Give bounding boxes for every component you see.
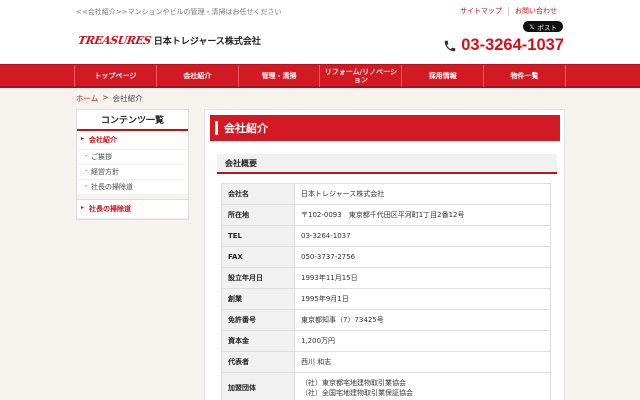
row-value: 03-3264-1037 (294, 225, 551, 247)
header-tagline: <<会社紹介>>マンションやビルの管理・清掃はお任せください (76, 8, 282, 16)
company-info-table: 会社名 日本トレジャース株式会社 所在地 〒102-0093 東京都千代田区平河町1… (221, 183, 551, 400)
table-row: 免許番号 東京都知事（7）73425号 (221, 309, 551, 331)
row-label: TEL (221, 225, 295, 247)
main-content: 会社紹介 会社概要 会社名 日本トレジャース株式会社 所在地 〒102-0093 東… (204, 109, 565, 400)
header-links: サイトマップ お問い合わせ (454, 7, 563, 16)
site-header: <<会社紹介>>マンションやビルの管理・清掃はお任せください TREASURES… (0, 0, 640, 64)
x-logo-icon: 𝕏 (529, 22, 535, 31)
row-label: 加盟団体 (221, 372, 295, 400)
site-logo[interactable]: TREASURES 日本トレジャース株式会社 (76, 34, 261, 47)
phone-icon (444, 40, 456, 51)
row-value: 1,200万円 (294, 330, 551, 352)
row-value: （社）東京都宅地建物取引業協会 （社）全国宅地建物取引業保証協会 (294, 372, 551, 400)
table-row: 加盟団体 （社）東京都宅地建物取引業協会 （社）全国宅地建物取引業保証協会 (221, 372, 551, 400)
sidebar-title: コンテンツ一覧 (77, 110, 188, 131)
table-row: 資本金 1,200万円 (221, 330, 551, 352)
nav-recruit[interactable]: 採用情報 (401, 65, 483, 87)
breadcrumb-home[interactable]: ホーム (76, 93, 98, 104)
sitemap-link[interactable]: サイトマップ (454, 7, 508, 16)
group-item: （社）全国宅地建物取引業保証協会 (301, 388, 413, 397)
table-row: 所在地 〒102-0093 東京都千代田区平河町1丁目2番12号 (221, 204, 551, 226)
phone-number[interactable]: 03-3264-1037 (443, 36, 564, 55)
row-label: 会社名 (221, 183, 295, 205)
row-label: 代表者 (221, 351, 295, 373)
breadcrumb: ホーム > 会社紹介 (76, 93, 143, 104)
contact-link[interactable]: お問い合わせ (508, 7, 563, 16)
row-label: 所在地 (221, 204, 295, 226)
row-value: 1993年11月15日 (294, 267, 551, 289)
table-row: 会社名 日本トレジャース株式会社 (221, 183, 551, 205)
x-post-button[interactable]: 𝕏 ポスト (523, 21, 563, 32)
row-label: 免許番号 (221, 309, 295, 331)
nav-properties[interactable]: 物件一覧 (483, 65, 566, 87)
row-label: 設立年月日 (221, 267, 295, 289)
logo-text: 日本トレジャース株式会社 (153, 37, 261, 47)
breadcrumb-current: 会社紹介 (112, 94, 143, 103)
page-title: 会社紹介 (210, 115, 560, 141)
row-value: 東京都知事（7）73425号 (294, 309, 551, 331)
row-value: 日本トレジャース株式会社 (294, 183, 551, 205)
table-row: FAX 050-3737-2756 (221, 246, 551, 268)
row-label: FAX (221, 246, 295, 268)
breadcrumb-separator: > (102, 93, 109, 102)
row-value: 西川 和志 (294, 351, 551, 373)
post-label: ポスト (537, 23, 558, 32)
row-label: 資本金 (221, 330, 295, 352)
table-row: 設立年月日 1993年11月15日 (221, 267, 551, 289)
global-nav: トップページ 会社紹介 管理・清掃 リフォーム/リノベーション 採用情報 物件一… (0, 64, 640, 88)
row-label: 創業 (221, 288, 295, 310)
nav-top[interactable]: トップページ (74, 65, 156, 87)
nav-management[interactable]: 管理・清掃 (237, 65, 320, 87)
sidebar-sub-cleaning[interactable]: 社長の掃除道 (77, 180, 188, 195)
row-value: 〒102-0093 東京都千代田区平河町1丁目2番12号 (294, 204, 551, 226)
group-item: （社）東京都宅地建物取引業協会 (301, 378, 406, 387)
sidebar-sub-greeting[interactable]: ご挨拶 (77, 150, 188, 165)
sidebar-sub-policy[interactable]: 経営方針 (77, 165, 188, 180)
table-row: 代表者 西川 和志 (221, 351, 551, 373)
row-value: 050-3737-2756 (294, 246, 551, 268)
logo-mark: TREASURES (76, 34, 152, 47)
phone-text: 03-3264-1037 (461, 36, 564, 54)
sidebar: コンテンツ一覧 会社紹介 ご挨拶 経営方針 社長の掃除道 社長の掃除道 (76, 109, 189, 220)
section-title: 会社概要 (217, 154, 557, 174)
nav-company[interactable]: 会社紹介 (155, 65, 238, 87)
row-value: 1995年9月1日 (294, 288, 551, 310)
table-row: TEL 03-3264-1037 (221, 225, 551, 247)
table-row: 創業 1995年9月1日 (221, 288, 551, 310)
nav-reform[interactable]: リフォーム/リノベーション (319, 65, 401, 87)
sidebar-item-president-cleaning[interactable]: 社長の掃除道 (77, 200, 188, 219)
sidebar-item-company[interactable]: 会社紹介 (77, 131, 188, 150)
